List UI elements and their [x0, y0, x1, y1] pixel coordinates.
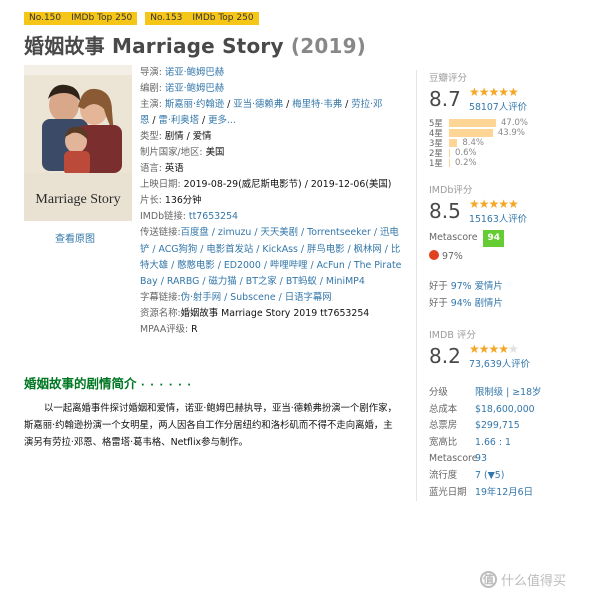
imdb2-rating-label: IMDB 评分 [429, 330, 476, 341]
imdb-rating-label: IMDb评分 [429, 185, 473, 196]
release-date: 2019-12-06(美国) [310, 179, 392, 191]
country-value: 美国 [205, 147, 225, 159]
rank-badge: No.150 IMDb Top 250 [24, 12, 138, 25]
cast-link[interactable]: 雷·利奥塔 [159, 115, 199, 126]
detail-row: 分级 限制级 | ≥18岁 [429, 387, 542, 398]
hist-row: 1星 0.2% [429, 158, 477, 169]
director-label: 导演: [140, 67, 162, 78]
writer-label: 编剧: [140, 83, 162, 95]
poster-title-text: Marriage Story [35, 192, 120, 207]
cast-link[interactable]: 恩 [140, 115, 149, 126]
mpaa-value: R [191, 323, 198, 335]
genre-value: 剧情 / 爱情 [164, 131, 212, 143]
subtitle-links[interactable]: 伪·射手网 / Subscene / 日语字幕网 [181, 292, 332, 303]
better-than-row: 好于 97% 爱情片 [429, 281, 503, 292]
hist-bar [449, 119, 496, 127]
rotten-tomatoes-row: 97% [429, 249, 588, 265]
release-label: 上映日期: [140, 179, 181, 191]
hist-bar [449, 149, 450, 157]
rank-badges: No.150 IMDb Top 250 No.153 IMDb Top 250 [24, 12, 259, 25]
cast-link[interactable]: 斯嘉丽·约翰逊 [165, 99, 224, 110]
writer-link[interactable]: 诺亚·鲍姆巴赫 [165, 83, 224, 94]
poster-image: Marriage Story [24, 65, 132, 221]
douban-vote-count[interactable]: 58107人评价 [469, 99, 527, 113]
douban-score: 8.7 [429, 87, 461, 111]
movie-poster[interactable]: Marriage Story [24, 65, 132, 221]
rank-badge: No.153 IMDb Top 250 [145, 12, 259, 25]
runtime-value: 136分钟 [164, 195, 202, 207]
star-rating-icon: ★★★★★ [469, 341, 519, 356]
detail-row: 总票房 $299,715 [429, 420, 520, 432]
imdb-score: 8.5 [429, 199, 461, 223]
imdb-vote-count[interactable]: 15163人评价 [469, 211, 527, 225]
metascore-badge: 94 [483, 230, 504, 247]
language-value: 英语 [164, 163, 184, 175]
watermark-text: 什么值得买 [501, 574, 567, 589]
cast-link[interactable]: 劳拉·邓 [351, 99, 382, 110]
runtime-label: 片长: [140, 195, 162, 207]
detail-row: Metascore 93 [429, 453, 487, 465]
language-label: 语言: [140, 163, 162, 175]
cast-link[interactable]: 梅里特·韦弗 [292, 99, 342, 110]
detail-row: 蓝光日期 19年12月6日 [429, 486, 533, 498]
imdb2-score: 8.2 [429, 344, 461, 368]
better-than-row: 好于 94% 剧情片 [429, 297, 503, 309]
country-label: 制片国家/地区: [140, 147, 203, 159]
imdb-link[interactable]: tt7653254 [189, 211, 238, 222]
view-original-link[interactable]: 查看原图 [55, 230, 95, 245]
hist-bar [449, 159, 450, 167]
detail-row: 流行度 7 (▼5) [429, 469, 505, 481]
release-date: 2019-08-29(威尼斯电影节) [183, 179, 302, 191]
detail-row: 宽高比 1.66 : 1 [429, 436, 511, 448]
site-watermark: 值 什么值得买 [480, 570, 566, 589]
movie-title: 婚姻故事 Marriage Story [24, 34, 284, 58]
subs-label: 字幕链接: [140, 291, 181, 303]
hist-row: 2星 0.6% [429, 148, 477, 159]
movie-year: (2019) [290, 34, 367, 58]
cast-label: 主演: [140, 99, 162, 111]
hist-bar [449, 139, 458, 147]
resource-name: 婚姻故事 Marriage Story 2019 tt7653254 [180, 307, 370, 319]
resource-label: 资源名称: [140, 307, 181, 319]
hist-row: 5星 47.0% [429, 118, 529, 129]
cast-link[interactable]: 亚当·德赖弗 [233, 99, 283, 110]
synopsis-text: 以一起离婚事件探讨婚姻和爱情，诺亚·鲍姆巴赫执导，亚当·德赖弗扮演一个剧作家，斯… [24, 403, 397, 448]
links-label: 传送链接: [140, 227, 181, 239]
detail-row: 总成本 $18,600,000 [429, 403, 535, 415]
page-title: 婚姻故事 Marriage Story (2019) [24, 30, 366, 59]
imdb-label: IMDb链接: [140, 211, 186, 223]
genre-label: 类型: [140, 131, 162, 143]
cast-more-link[interactable]: 更多... [208, 115, 236, 126]
imdb2-vote-count[interactable]: 73,639人评价 [469, 356, 530, 370]
hist-row: 3星 8.4% [429, 138, 484, 149]
tomato-icon [429, 249, 439, 260]
rating-histogram: 5星 47.0% 4星 43.9% 3星 8.4% 2星 0.6% 1星 0.2% [429, 118, 588, 169]
mpaa-label: MPAA评级: [140, 323, 189, 335]
hist-bar [449, 129, 493, 137]
douban-rating-label: 豆瓣评分 [429, 73, 468, 84]
metascore-row: Metascore 94 [429, 230, 588, 247]
smzdm-logo-icon: 值 [480, 571, 497, 588]
director-link[interactable]: 诺亚·鲍姆巴赫 [165, 67, 224, 78]
star-rating-icon: ★★★★★ [469, 84, 519, 99]
hist-row: 4星 43.9% [429, 128, 525, 139]
rating-sidebar: 豆瓣评分 8.7 ★★★★★ 58107人评价 5星 47.0% 4星 43.9% … [416, 70, 588, 502]
star-rating-icon: ★★★★★ [469, 196, 519, 211]
movie-info: 导演: 诺亚·鲍姆巴赫 编剧: 诺亚·鲍姆巴赫 主演: 斯嘉丽·约翰逊 / 亚当… [140, 67, 402, 335]
movie-details: 分级 限制级 | ≥18岁 总成本 $18,600,000 总票房 $299,715 … [429, 385, 588, 501]
synopsis-heading: 婚姻故事的剧情简介 · · · · · · [24, 376, 193, 391]
